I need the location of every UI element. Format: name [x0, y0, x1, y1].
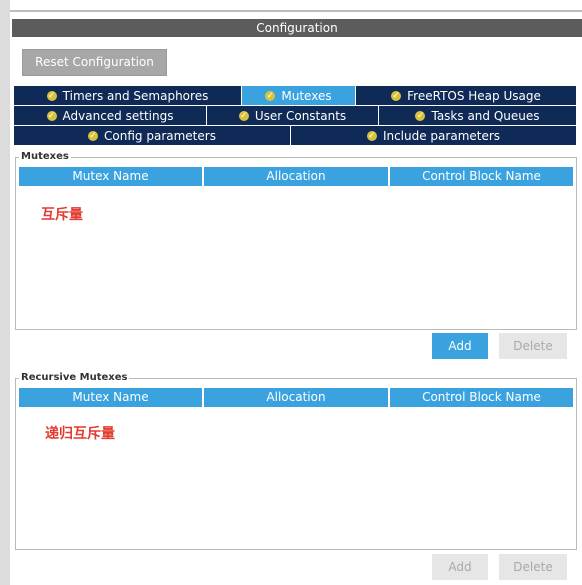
tab-label: FreeRTOS Heap Usage — [407, 88, 541, 103]
tab-config-parameters[interactable]: ✓ Config parameters — [14, 126, 291, 145]
recursive-mutexes-annotation: 递归互斥量 — [45, 426, 115, 442]
column-allocation[interactable]: Allocation — [204, 167, 388, 186]
column-allocation[interactable]: Allocation — [204, 388, 388, 407]
tab-label: Include parameters — [382, 128, 501, 143]
column-control-block-name[interactable]: Control Block Name — [390, 167, 573, 186]
tab-tasks-and-queues[interactable]: ✓ Tasks and Queues — [379, 106, 576, 125]
recursive-mutexes-add-button[interactable]: Add — [432, 554, 488, 580]
recursive-mutexes-delete-button[interactable]: Delete — [499, 554, 567, 580]
tab-label: Timers and Semaphores — [62, 88, 209, 103]
panel-title: Configuration — [12, 19, 582, 37]
check-circle-icon: ✓ — [238, 110, 249, 121]
tab-label: User Constants — [254, 108, 347, 123]
mutexes-add-button[interactable]: Add — [432, 333, 488, 359]
check-circle-icon: ✓ — [265, 90, 276, 101]
tab-advanced-settings[interactable]: ✓ Advanced settings — [14, 106, 207, 125]
recursive-mutexes-table-header: Mutex Name Allocation Control Block Name — [19, 388, 573, 407]
tab-freertos-heap-usage[interactable]: ✓ FreeRTOS Heap Usage — [356, 86, 576, 105]
mutexes-group-title: Mutexes — [19, 151, 71, 162]
top-border — [10, 10, 582, 12]
mutexes-annotation: 互斥量 — [41, 207, 83, 223]
column-mutex-name[interactable]: Mutex Name — [19, 167, 202, 186]
tab-timers-and-semaphores[interactable]: ✓ Timers and Semaphores — [14, 86, 242, 105]
check-circle-icon: ✓ — [415, 110, 426, 121]
tab-label: Advanced settings — [62, 108, 174, 123]
check-circle-icon: ✓ — [391, 90, 402, 101]
check-circle-icon: ✓ — [46, 90, 57, 101]
mutexes-delete-button[interactable]: Delete — [499, 333, 567, 359]
left-border — [0, 0, 10, 585]
column-control-block-name[interactable]: Control Block Name — [390, 388, 573, 407]
reset-configuration-button[interactable]: Reset Configuration — [22, 49, 167, 76]
check-circle-icon: ✓ — [46, 110, 57, 121]
tab-label: Mutexes — [281, 88, 332, 103]
tab-label: Tasks and Queues — [431, 108, 540, 123]
tab-user-constants[interactable]: ✓ User Constants — [207, 106, 379, 125]
column-mutex-name[interactable]: Mutex Name — [19, 388, 202, 407]
tab-label: Config parameters — [104, 128, 216, 143]
check-circle-icon: ✓ — [366, 130, 377, 141]
tab-include-parameters[interactable]: ✓ Include parameters — [291, 126, 576, 145]
recursive-mutexes-group-title: Recursive Mutexes — [19, 372, 130, 383]
mutexes-table-header: Mutex Name Allocation Control Block Name — [19, 167, 573, 186]
tab-mutexes[interactable]: ✓ Mutexes — [242, 86, 356, 105]
check-circle-icon: ✓ — [88, 130, 99, 141]
